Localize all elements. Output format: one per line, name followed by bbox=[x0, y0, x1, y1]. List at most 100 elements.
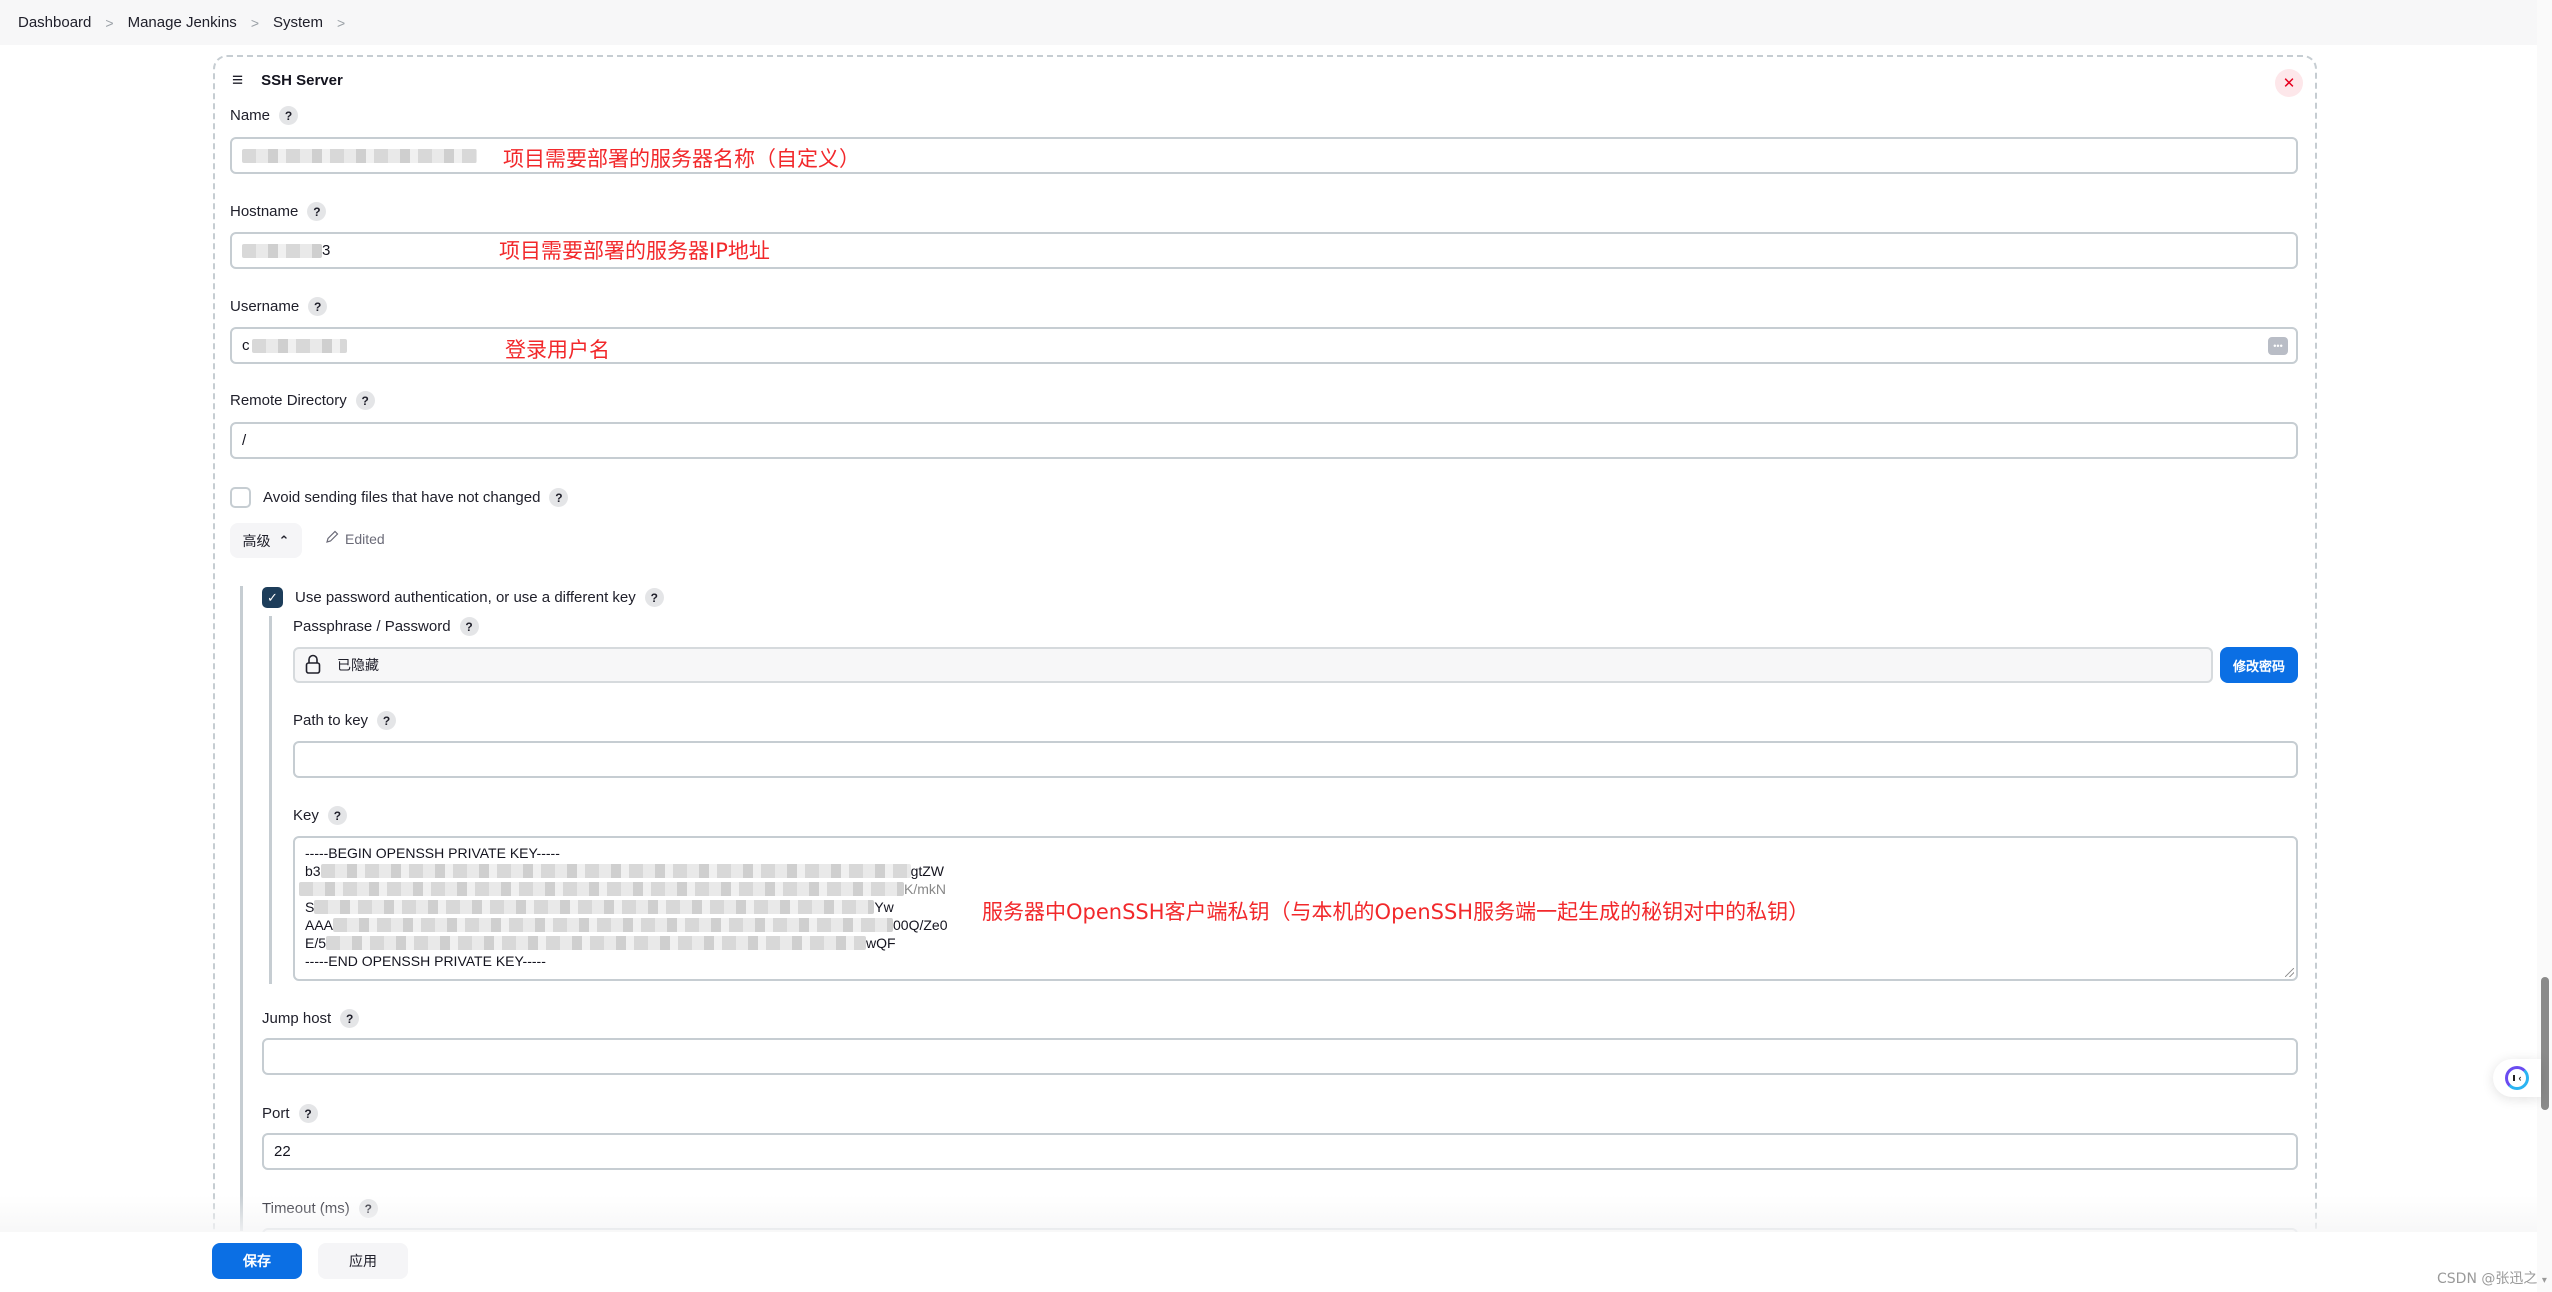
breadcrumb-system[interactable]: System bbox=[273, 14, 323, 31]
breadcrumb-separator[interactable]: > bbox=[337, 15, 345, 31]
delete-server-button[interactable]: ✕ bbox=[2275, 69, 2303, 97]
name-annotation: 项目需要部署的服务器名称（自定义） bbox=[503, 147, 860, 171]
help-icon[interactable]: ? bbox=[644, 588, 664, 607]
path-to-key-input[interactable] bbox=[293, 741, 2298, 778]
change-password-button[interactable]: 修改密码 bbox=[2220, 647, 2298, 683]
passphrase-label: Passphrase / Password ? bbox=[293, 617, 479, 636]
watermark: CSDN @张迅之 ▾ bbox=[2437, 1268, 2547, 1288]
passphrase-hidden-value: 已隐藏 bbox=[337, 657, 379, 673]
help-icon[interactable]: ? bbox=[549, 488, 569, 507]
key-line: -----BEGIN OPENSSH PRIVATE KEY----- bbox=[305, 844, 2286, 862]
advanced-label: 高级 bbox=[242, 532, 271, 549]
floating-assistant-button[interactable]: ‹ bbox=[2493, 1059, 2541, 1097]
help-icon[interactable]: ? bbox=[298, 1104, 318, 1123]
help-icon[interactable]: ? bbox=[327, 806, 347, 825]
jump-host-input[interactable] bbox=[262, 1038, 2298, 1075]
remote-directory-input[interactable]: / bbox=[230, 422, 2298, 459]
card-header: ≡ SSH Server bbox=[232, 71, 343, 90]
watermark-text: CSDN @张迅之 bbox=[2437, 1271, 2538, 1287]
redacted-value bbox=[299, 882, 904, 896]
breadcrumb-dashboard[interactable]: Dashboard bbox=[18, 14, 91, 31]
jump-host-label: Jump host ? bbox=[262, 1009, 360, 1028]
passphrase-label-text: Passphrase / Password bbox=[293, 618, 451, 635]
close-icon: ✕ bbox=[2282, 75, 2296, 92]
key-line: b3 gtZW bbox=[305, 862, 2286, 880]
port-value: 22 bbox=[274, 1143, 291, 1160]
lock-icon bbox=[305, 654, 321, 677]
edited-label: Edited bbox=[345, 530, 385, 547]
remote-directory-value: / bbox=[242, 432, 247, 449]
remote-directory-label-text: Remote Directory bbox=[230, 392, 347, 409]
help-icon[interactable]: ? bbox=[340, 1009, 360, 1028]
username-visible-prefix: c bbox=[242, 337, 250, 354]
path-to-key-label: Path to key ? bbox=[293, 711, 397, 730]
use-password-label-text: Use password authentication, or use a di… bbox=[295, 589, 636, 606]
key-line-start: AAA bbox=[305, 917, 334, 933]
card-title: SSH Server bbox=[261, 72, 343, 89]
jump-host-label-text: Jump host bbox=[262, 1010, 332, 1027]
key-label: Key ? bbox=[293, 806, 347, 825]
key-line-end: K/mkN bbox=[904, 881, 946, 897]
resize-handle[interactable] bbox=[2285, 968, 2294, 977]
port-label: Port ? bbox=[262, 1104, 318, 1123]
avoid-sending-label: Avoid sending files that have not change… bbox=[263, 487, 569, 508]
password-manager-icon[interactable]: ••• bbox=[2268, 337, 2288, 355]
apply-button[interactable]: 应用 bbox=[318, 1243, 408, 1279]
password-section-border bbox=[269, 616, 272, 984]
remote-directory-label: Remote Directory ? bbox=[230, 391, 375, 410]
key-line-end: 00Q/Ze0 bbox=[893, 917, 948, 933]
breadcrumb-separator[interactable]: > bbox=[251, 15, 259, 31]
avoid-sending-label-text: Avoid sending files that have not change… bbox=[263, 489, 541, 506]
key-label-text: Key bbox=[293, 807, 319, 824]
key-line-start: b3 bbox=[305, 863, 321, 879]
redacted-value bbox=[242, 243, 322, 258]
use-password-label: Use password authentication, or use a di… bbox=[295, 587, 664, 608]
help-icon[interactable]: ? bbox=[279, 106, 299, 125]
hostname-visible-suffix: 3 bbox=[322, 242, 331, 259]
path-to-key-label-text: Path to key bbox=[293, 712, 369, 729]
use-password-checkbox[interactable]: ✓ bbox=[262, 587, 283, 608]
passphrase-field: 已隐藏 bbox=[293, 647, 2213, 683]
caret-down-icon: ▾ bbox=[2541, 1275, 2547, 1286]
redacted-value bbox=[251, 338, 347, 353]
key-line: -----END OPENSSH PRIVATE KEY----- bbox=[305, 952, 2286, 970]
help-icon[interactable]: ? bbox=[355, 391, 375, 410]
port-input[interactable]: 22 bbox=[262, 1133, 2298, 1170]
drag-handle-icon[interactable]: ≡ bbox=[232, 71, 243, 90]
avoid-sending-checkbox[interactable] bbox=[230, 487, 251, 508]
key-line-start: S bbox=[305, 899, 315, 915]
check-icon: ✓ bbox=[267, 589, 278, 605]
edited-indicator: Edited bbox=[325, 530, 385, 547]
name-label: Name ? bbox=[230, 106, 299, 125]
port-label-text: Port bbox=[262, 1105, 290, 1122]
breadcrumb-manage-jenkins[interactable]: Manage Jenkins bbox=[128, 14, 237, 31]
advanced-toggle-button[interactable]: 高级 ⌃ bbox=[230, 523, 302, 558]
hostname-label: Hostname ? bbox=[230, 202, 327, 221]
help-icon[interactable]: ? bbox=[307, 202, 327, 221]
advanced-section-border bbox=[240, 586, 243, 1231]
hostname-label-text: Hostname bbox=[230, 203, 299, 220]
help-icon[interactable]: ? bbox=[459, 617, 479, 636]
key-line: E/5 wQF bbox=[305, 934, 2286, 952]
bottom-fade bbox=[0, 1195, 2540, 1235]
username-label: Username ? bbox=[230, 297, 328, 316]
key-line-end: gtZW bbox=[910, 863, 945, 879]
breadcrumb-separator[interactable]: > bbox=[105, 15, 113, 31]
key-line-end: Yw bbox=[874, 899, 894, 915]
username-annotation: 登录用户名 bbox=[505, 338, 610, 362]
chevron-up-icon: ⌃ bbox=[278, 532, 290, 548]
redacted-value bbox=[242, 148, 477, 163]
username-label-text: Username bbox=[230, 298, 300, 315]
scrollbar-thumb[interactable] bbox=[2541, 977, 2549, 1110]
help-icon[interactable]: ? bbox=[377, 711, 397, 730]
key-line-text: -----END OPENSSH PRIVATE KEY----- bbox=[305, 953, 546, 969]
assistant-icon: ‹ bbox=[2505, 1066, 2529, 1090]
breadcrumb: Dashboard > Manage Jenkins > System > bbox=[0, 0, 2542, 45]
help-icon[interactable]: ? bbox=[308, 297, 328, 316]
pencil-icon bbox=[325, 530, 339, 547]
key-annotation: 服务器中OpenSSH客户端私钥（与本机的OpenSSH服务端一起生成的秘钥对中… bbox=[982, 900, 1810, 924]
hostname-annotation: 项目需要部署的服务器IP地址 bbox=[499, 239, 770, 263]
save-button[interactable]: 保存 bbox=[212, 1243, 302, 1279]
redacted-value bbox=[333, 918, 894, 932]
key-line-end: wQF bbox=[866, 935, 896, 951]
